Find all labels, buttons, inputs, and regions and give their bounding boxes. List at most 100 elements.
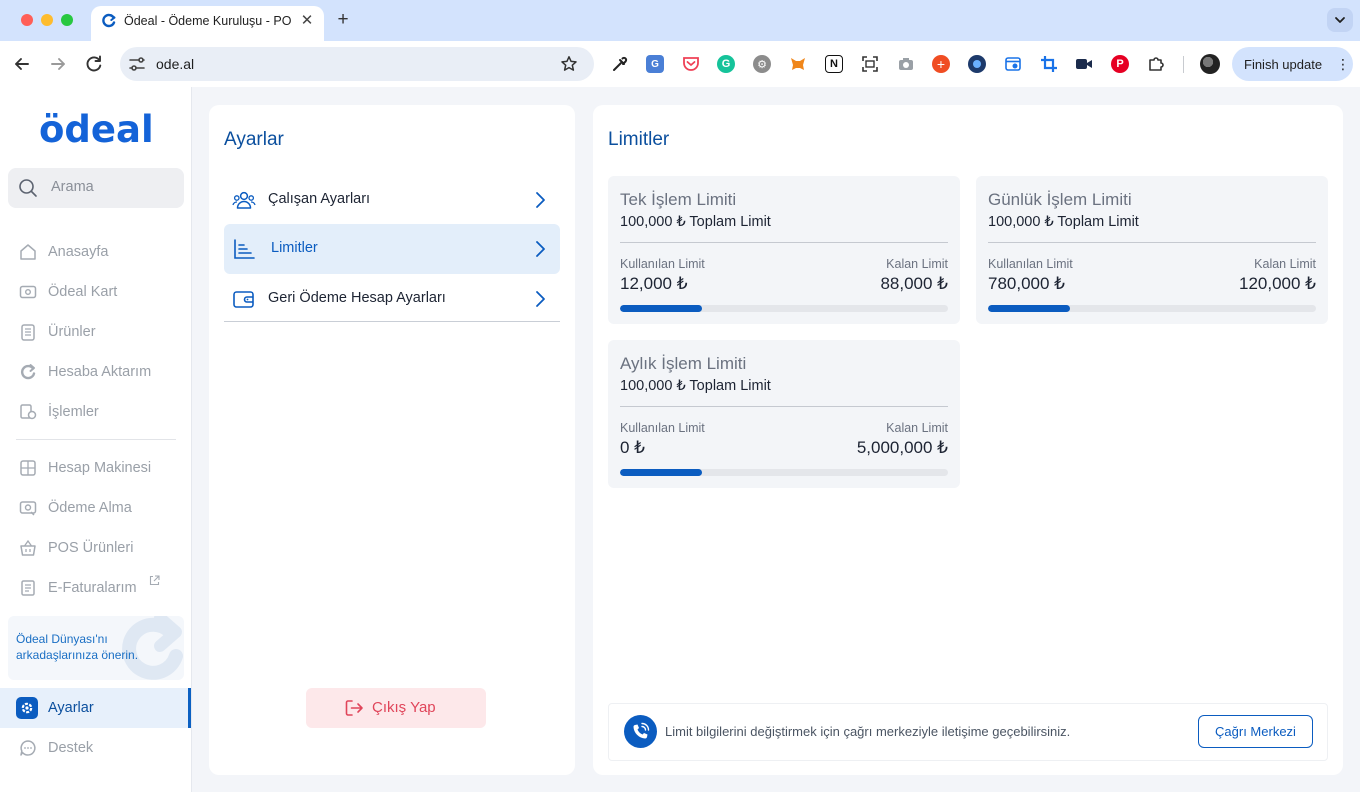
sidebar-item-label: Ayarlar (48, 700, 94, 716)
chevron-right-icon (536, 241, 545, 257)
sidebar-item-label: Hesap Makinesi (48, 460, 152, 476)
limit-card-title: Tek İşlem Limiti (620, 190, 737, 209)
sidebar-item-islemler[interactable]: İşlemler (0, 392, 191, 432)
transfer-icon (21, 364, 36, 380)
call-center-button[interactable]: Çağrı Merkezi (1198, 715, 1313, 748)
new-tab-plus-icon[interactable]: + (333, 9, 353, 31)
invoice-icon (21, 580, 35, 596)
limit-card-divider (620, 406, 948, 407)
more-menu-icon[interactable]: ⋮ (1336, 55, 1350, 73)
plus-circle-extension-icon[interactable]: + (932, 55, 950, 73)
notion-extension-icon[interactable]: N (825, 55, 843, 73)
tab-close-icon[interactable]: ✕ (298, 12, 316, 30)
pinterest-extension-icon[interactable]: P (1111, 55, 1129, 73)
forward-arrow-icon[interactable] (46, 52, 70, 76)
sidebar-item-ayarlar[interactable]: Ayarlar (0, 688, 191, 728)
sidebar-item-e-faturalarim[interactable]: E-Faturalarım (0, 568, 191, 608)
limit-card-title: Aylık İşlem Limiti (620, 354, 747, 373)
products-icon (21, 324, 35, 341)
limits-panel: Limitler Tek İşlem Limiti 100,000 ₺ Topl… (593, 105, 1343, 775)
limit-card-gunluk-islem: Günlük İşlem Limiti 100,000 ₺ Toplam Lim… (976, 176, 1328, 324)
limit-progress-bar (620, 469, 948, 476)
screen-capture-extension-icon[interactable] (861, 55, 879, 73)
window-zoom-button[interactable] (61, 14, 73, 26)
sidebar-item-pos-urunleri[interactable]: POS Ürünleri (0, 528, 191, 568)
extensions-puzzle-icon[interactable] (1147, 55, 1165, 73)
wallet-icon (233, 291, 254, 308)
calculator-icon (20, 460, 36, 476)
profile-avatar[interactable] (1200, 54, 1220, 74)
transactions-icon (20, 404, 37, 420)
sidebar-item-hesap-makinesi[interactable]: Hesap Makinesi (0, 448, 191, 488)
back-arrow-icon[interactable] (10, 52, 34, 76)
home-icon (20, 244, 36, 260)
call-center-button-label: Çağrı Merkezi (1215, 724, 1296, 739)
site-settings-icon[interactable] (128, 56, 146, 72)
card-icon (19, 285, 37, 299)
address-bar[interactable]: ode.al (120, 47, 594, 81)
logout-icon (345, 700, 363, 716)
limit-card-total: 100,000 ₺ Toplam Limit (988, 214, 1139, 230)
browser-tab[interactable]: Ödeal - Ödeme Kuruluşu - POS ✕ (91, 6, 324, 41)
metamask-fox-extension-icon[interactable] (789, 55, 807, 73)
logout-button[interactable]: Çıkış Yap (306, 688, 486, 728)
sidebar-item-urunler[interactable]: Ürünler (0, 312, 191, 352)
sidebar-item-destek[interactable]: Destek (0, 728, 191, 768)
odeal-logo[interactable]: ödeal (39, 105, 157, 151)
search-box[interactable]: Arama (8, 168, 184, 208)
toolbar-separator (1183, 56, 1184, 73)
sidebar-item-label: İşlemler (48, 404, 99, 420)
limit-progress-fill (620, 305, 702, 312)
finish-update-button[interactable]: Finish update ⋮ (1232, 47, 1353, 81)
window-extension-icon[interactable] (1004, 55, 1022, 73)
limit-card-total: 100,000 ₺ Toplam Limit (620, 214, 771, 230)
used-limit-label: Kullanılan Limit (620, 257, 705, 271)
basket-icon (20, 539, 36, 556)
sidebar-item-hesaba-aktarim[interactable]: Hesaba Aktarım (0, 352, 191, 392)
settings-title: Ayarlar (224, 129, 284, 150)
reload-icon[interactable] (82, 52, 106, 76)
svg-text:ödeal: ödeal (39, 108, 154, 151)
window-close-button[interactable] (21, 14, 33, 26)
settings-panel: Ayarlar Çalışan Ayarları Limitler Geri Ö… (209, 105, 575, 775)
bookmark-star-icon[interactable] (560, 55, 578, 73)
app-root: ödeal Arama Anasayfa Ödeal Kart Ürünler … (0, 87, 1360, 792)
referral-promo-banner[interactable]: Ödeal Dünyası'nı arkadaşlarınıza önerin. (8, 616, 184, 680)
limit-progress-fill (988, 305, 1070, 312)
limit-card-title: Günlük İşlem Limiti (988, 190, 1132, 209)
payment-icon (19, 501, 37, 516)
limit-progress-bar (620, 305, 948, 312)
sidebar-item-odeme-alma[interactable]: Ödeme Alma (0, 488, 191, 528)
remaining-limit-label: Kalan Limit (886, 421, 948, 435)
used-limit-label: Kullanılan Limit (620, 421, 705, 435)
limit-progress-bar (988, 305, 1316, 312)
settings-item-calisan-ayarlari[interactable]: Çalışan Ayarları (224, 175, 560, 225)
settings-gear-extension-icon[interactable]: ⚙ (753, 55, 771, 73)
translate-extension-icon[interactable]: G (646, 55, 664, 73)
sidebar-item-odeal-kart[interactable]: Ödeal Kart (0, 272, 191, 312)
pocket-extension-icon[interactable] (682, 55, 700, 73)
grammarly-extension-icon[interactable]: G (717, 55, 735, 73)
used-limit-value: 0 ₺ (620, 438, 645, 457)
finish-update-label: Finish update (1244, 57, 1323, 72)
tab-search-chevron-icon[interactable] (1327, 8, 1353, 32)
remaining-limit-value: 5,000,000 ₺ (856, 438, 948, 457)
eyedropper-extension-icon[interactable] (611, 55, 629, 73)
globe-extension-icon[interactable] (968, 55, 986, 73)
settings-item-geri-odeme-hesap-ayarlari[interactable]: Geri Ödeme Hesap Ayarları (224, 274, 560, 324)
limit-card-divider (988, 242, 1316, 243)
window-minimize-button[interactable] (41, 14, 53, 26)
settings-item-label: Çalışan Ayarları (268, 191, 371, 207)
crop-extension-icon[interactable] (1040, 55, 1058, 73)
camera-extension-icon[interactable] (897, 55, 915, 73)
limits-title: Limitler (608, 129, 670, 150)
settings-divider (224, 321, 560, 322)
info-text: Limit bilgilerini değiştirmek için çağrı… (665, 724, 1071, 739)
sidebar: ödeal Arama Anasayfa Ödeal Kart Ürünler … (0, 87, 192, 792)
sidebar-item-anasayfa[interactable]: Anasayfa (0, 232, 191, 272)
limit-card-total: 100,000 ₺ Toplam Limit (620, 378, 771, 394)
video-record-extension-icon[interactable] (1075, 55, 1093, 73)
sidebar-item-label: Hesaba Aktarım (48, 364, 152, 380)
active-indicator (188, 688, 191, 728)
settings-item-limitler[interactable]: Limitler (224, 224, 560, 274)
